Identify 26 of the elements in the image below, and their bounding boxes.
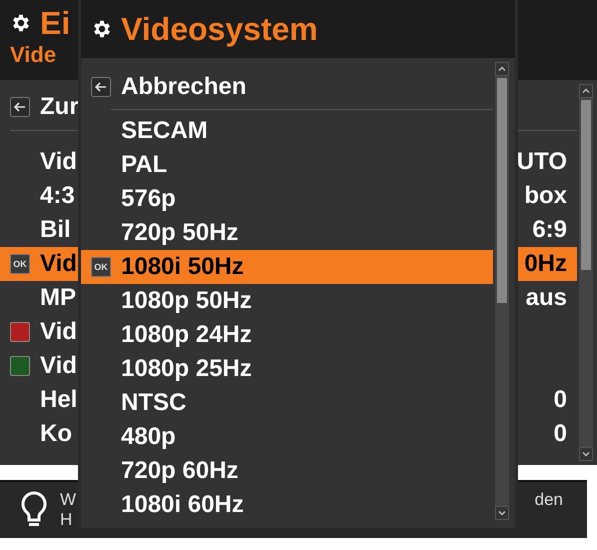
item-label: 1080p 25Hz: [121, 354, 252, 384]
item-label: 720p 60Hz: [121, 456, 238, 486]
item-label: Vid: [40, 249, 77, 279]
item-label: PAL: [121, 150, 168, 180]
item-label: NTSC: [121, 388, 186, 418]
item-value: 0Hz: [524, 249, 567, 279]
item-label: 720p 50Hz: [121, 218, 238, 248]
item-label: 576p: [121, 184, 176, 214]
hint-text: W: [60, 490, 76, 510]
ok-badge: OK: [10, 254, 30, 274]
ok-badge: OK: [91, 257, 111, 277]
item-label: Vid: [40, 317, 77, 347]
item-label: 1080p 50Hz: [121, 286, 252, 316]
item-label: Vid: [40, 351, 77, 381]
hint-text: den: [534, 490, 563, 510]
hint-text: H: [60, 510, 72, 530]
cancel-label: Abbrechen: [121, 72, 246, 102]
item-label: 1080i 60Hz: [121, 490, 244, 520]
back-label: Zur: [40, 92, 79, 122]
item-label: 1080i 50Hz: [121, 252, 244, 282]
window-title: Ei: [40, 4, 70, 42]
popup-title: Videosystem: [121, 10, 318, 48]
item-label: SECAM: [121, 116, 208, 146]
item-label: 480p: [121, 422, 176, 452]
window-subtitle: Vide: [10, 42, 56, 68]
item-label: 1080p 24Hz: [121, 320, 252, 350]
